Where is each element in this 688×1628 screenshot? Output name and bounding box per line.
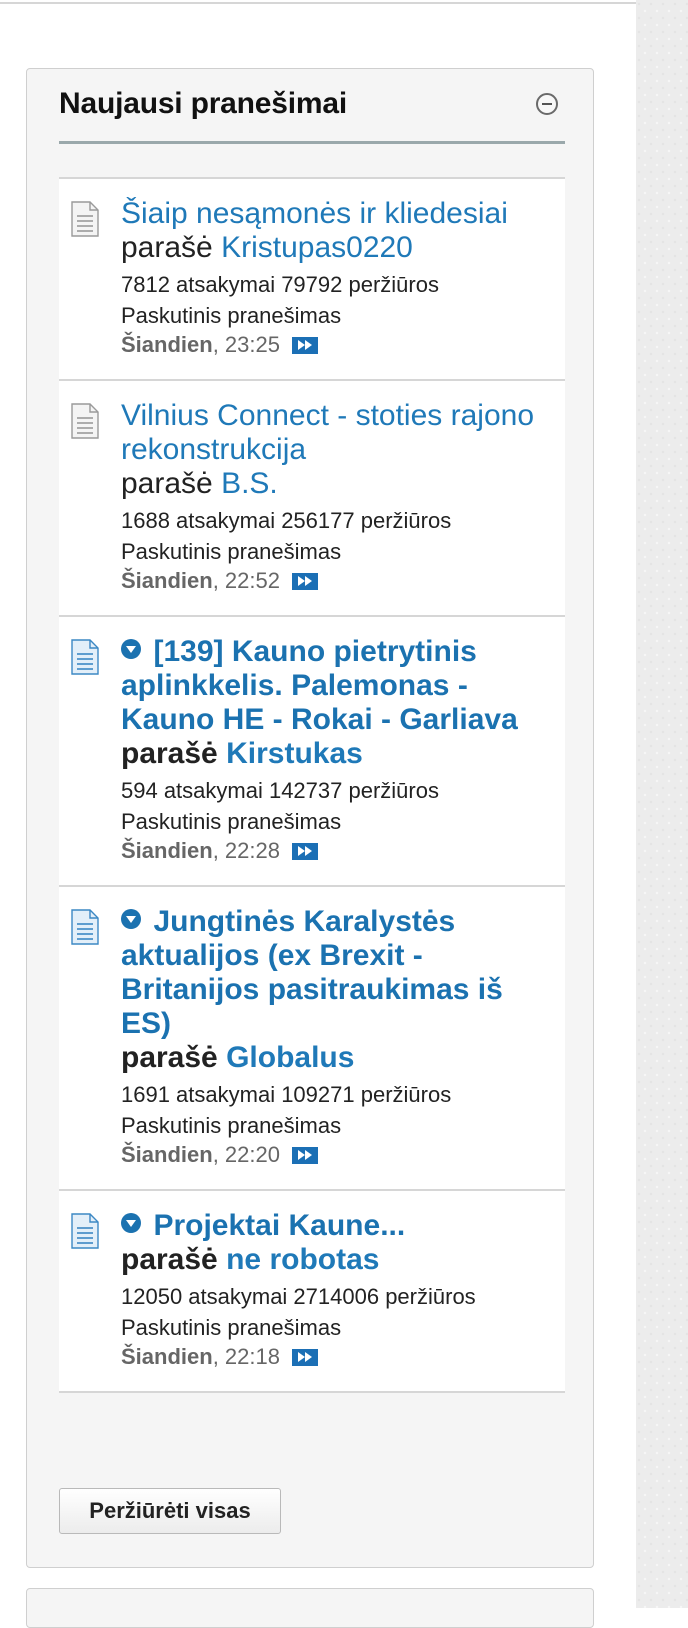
last-post-clock: , 23:25 xyxy=(212,332,280,357)
unread-arrow-icon[interactable] xyxy=(121,639,141,659)
list-item: Šiaip nesąmonės ir kliedesiai parašė Kri… xyxy=(59,179,565,381)
title-underline xyxy=(59,141,565,144)
topic-icon xyxy=(71,201,99,237)
author-prefix: parašė xyxy=(121,1243,218,1276)
last-post-clock: , 22:52 xyxy=(212,568,280,593)
last-post-day: Šiandien xyxy=(121,1142,213,1167)
page-background-gutter xyxy=(636,0,688,1608)
topic-title-link[interactable]: Jungtinės Karalystės aktualijos (ex Brex… xyxy=(121,905,503,1040)
collapse-icon[interactable] xyxy=(536,93,558,115)
go-to-last-post-icon[interactable] xyxy=(292,337,319,354)
last-post-time: Šiandien, 22:28 xyxy=(121,837,545,865)
topic-stats: 1688 atsakymai 256177 peržiūros xyxy=(121,508,452,533)
go-to-last-post-icon[interactable] xyxy=(292,573,319,590)
author-link[interactable]: B.S. xyxy=(221,467,278,500)
author-prefix: parašė xyxy=(121,467,213,500)
last-post-day: Šiandien xyxy=(121,838,213,863)
topic-icon xyxy=(71,1213,99,1249)
topic-icon xyxy=(71,639,99,675)
last-post-label: Paskutinis pranešimas xyxy=(121,1315,342,1340)
unread-arrow-icon[interactable] xyxy=(121,1213,141,1233)
list-item: Jungtinės Karalystės aktualijos (ex Brex… xyxy=(59,887,565,1191)
topic-list: Šiaip nesąmonės ir kliedesiai parašė Kri… xyxy=(59,177,565,1393)
last-post-label: Paskutinis pranešimas xyxy=(121,1113,342,1138)
topic-title-link[interactable]: Projektai Kaune... xyxy=(153,1209,405,1242)
author-prefix: parašė xyxy=(121,737,218,770)
last-post-time: Šiandien, 22:20 xyxy=(121,1141,545,1169)
last-post-time: Šiandien, 23:25 xyxy=(121,331,545,359)
topic-stats: 7812 atsakymai 79792 peržiūros xyxy=(121,272,439,297)
list-item: Projektai Kaune... parašė ne robotas 120… xyxy=(59,1191,565,1393)
list-item: Vilnius Connect - stoties rajono rekonst… xyxy=(59,381,565,617)
latest-posts-panel: Naujausi pranešimai Šiaip nesąmonės ir k… xyxy=(26,68,594,1568)
topic-title-link[interactable]: Vilnius Connect - stoties rajono rekonst… xyxy=(121,399,534,466)
author-prefix: parašė xyxy=(121,1041,218,1074)
last-post-day: Šiandien xyxy=(121,332,213,357)
last-post-day: Šiandien xyxy=(121,1344,213,1369)
topic-title-link[interactable]: Šiaip nesąmonės ir kliedesiai xyxy=(121,197,508,230)
topic-stats: 12050 atsakymai 2714006 peržiūros xyxy=(121,1284,476,1309)
topic-stats: 1691 atsakymai 109271 peržiūros xyxy=(121,1082,452,1107)
author-line: parašė Kristupas0220 xyxy=(121,231,545,265)
author-link[interactable]: Kristupas0220 xyxy=(221,231,413,264)
last-post-label: Paskutinis pranešimas xyxy=(121,539,342,564)
author-line: parašė B.S. xyxy=(121,467,545,501)
topic-icon xyxy=(71,909,99,945)
last-post-time: Šiandien, 22:52 xyxy=(121,567,545,595)
go-to-last-post-icon[interactable] xyxy=(292,1349,319,1366)
author-link[interactable]: ne robotas xyxy=(226,1243,379,1276)
panel-title: Naujausi pranešimai xyxy=(59,87,347,120)
last-post-time: Šiandien, 22:18 xyxy=(121,1343,545,1371)
author-line: parašė Globalus xyxy=(121,1041,545,1075)
unread-arrow-icon[interactable] xyxy=(121,909,141,929)
last-post-clock: , 22:28 xyxy=(212,838,280,863)
go-to-last-post-icon[interactable] xyxy=(292,1147,319,1164)
last-post-clock: , 22:20 xyxy=(212,1142,280,1167)
topic-stats: 594 atsakymai 142737 peržiūros xyxy=(121,778,439,803)
last-post-label: Paskutinis pranešimas xyxy=(121,809,342,834)
go-to-last-post-icon[interactable] xyxy=(292,843,319,860)
last-post-clock: , 22:18 xyxy=(212,1344,280,1369)
topic-icon xyxy=(71,403,99,439)
author-line: parašė ne robotas xyxy=(121,1243,545,1277)
list-item: [139] Kauno pietrytinis aplinkkelis. Pal… xyxy=(59,617,565,887)
next-panel xyxy=(26,1588,594,1628)
topic-title-link[interactable]: [139] Kauno pietrytinis aplinkkelis. Pal… xyxy=(121,635,518,736)
top-divider xyxy=(0,2,636,4)
author-link[interactable]: Kirstukas xyxy=(226,737,363,770)
author-line: parašė Kirstukas xyxy=(121,737,545,771)
last-post-day: Šiandien xyxy=(121,568,213,593)
author-link[interactable]: Globalus xyxy=(226,1041,354,1074)
author-prefix: parašė xyxy=(121,231,213,264)
last-post-label: Paskutinis pranešimas xyxy=(121,303,342,328)
view-all-button[interactable]: Peržiūrėti visas xyxy=(59,1488,281,1534)
